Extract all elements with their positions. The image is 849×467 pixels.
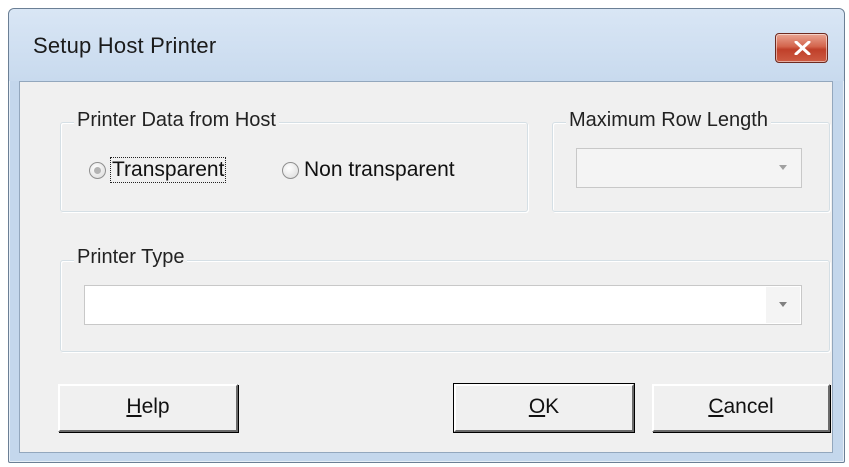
max-row-length-combobox[interactable] bbox=[576, 148, 802, 188]
help-button-mnemonic: H bbox=[126, 395, 142, 418]
close-icon bbox=[794, 41, 811, 55]
chevron-down-icon bbox=[779, 302, 787, 307]
printer-data-group-label: Printer Data from Host bbox=[74, 109, 279, 132]
cancel-button-mnemonic: C bbox=[708, 395, 724, 418]
title-bar[interactable]: Setup Host Printer bbox=[9, 9, 844, 81]
printer-type-group-label: Printer Type bbox=[74, 246, 188, 269]
radio-non-transparent-label[interactable]: Non transparent bbox=[304, 158, 455, 182]
max-row-length-group-label: Maximum Row Length bbox=[566, 109, 771, 132]
ok-button[interactable]: OK bbox=[453, 383, 635, 433]
max-row-length-dropdown-button[interactable] bbox=[766, 150, 800, 186]
cancel-button-label: ancel bbox=[723, 395, 774, 418]
ok-button-label: K bbox=[545, 395, 560, 418]
help-button-label: elp bbox=[141, 395, 170, 418]
radio-button-icon[interactable] bbox=[282, 161, 299, 179]
cancel-button[interactable]: Cancel bbox=[652, 384, 830, 432]
window-title: Setup Host Printer bbox=[33, 33, 217, 58]
radio-button-selected-icon[interactable] bbox=[89, 161, 106, 179]
ok-button-mnemonic: O bbox=[528, 395, 546, 418]
close-button[interactable] bbox=[775, 33, 828, 63]
radio-non-transparent[interactable]: Non transparent bbox=[282, 158, 455, 182]
dialog-window: Setup Host Printer Printer Data from Hos… bbox=[8, 8, 845, 463]
radio-transparent[interactable]: Transparent bbox=[89, 157, 227, 183]
radio-transparent-label[interactable]: Transparent bbox=[109, 157, 227, 183]
help-button[interactable]: Help bbox=[58, 384, 238, 432]
printer-type-dropdown-button[interactable] bbox=[766, 287, 800, 323]
dialog-client-area: Printer Data from Host Transparent Non t… bbox=[19, 81, 833, 453]
chevron-down-icon bbox=[779, 165, 787, 170]
printer-type-combobox[interactable] bbox=[84, 285, 802, 325]
